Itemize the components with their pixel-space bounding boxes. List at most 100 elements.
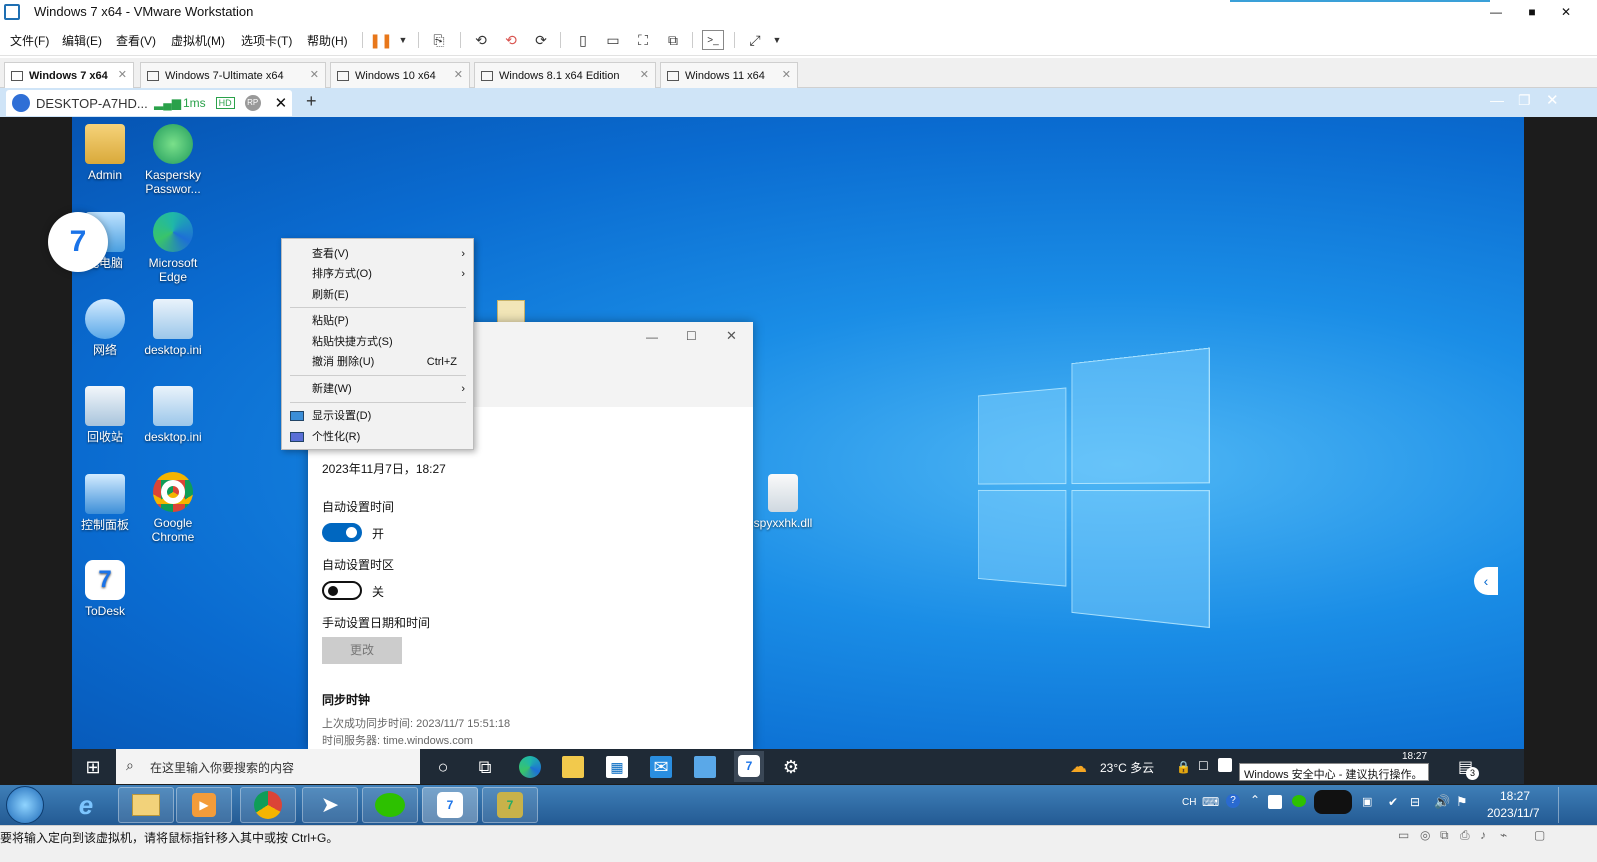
ie-icon[interactable]: e bbox=[62, 787, 110, 823]
pause-icon[interactable]: ❚❚ bbox=[369, 30, 392, 50]
close-tab-icon[interactable]: ✕ bbox=[310, 68, 319, 81]
ime-indicator[interactable]: CH bbox=[1182, 797, 1196, 808]
desktop-icon-desktop-ini-1[interactable]: desktop.ini bbox=[140, 299, 206, 357]
rp-badge[interactable]: RP bbox=[244, 95, 261, 111]
sidebar-toggle-icon[interactable]: ▯ bbox=[572, 30, 594, 50]
tray-icon[interactable]: ▣ bbox=[1362, 795, 1372, 808]
cd-icon[interactable]: ◎ bbox=[1420, 828, 1430, 842]
ctx-sort[interactable]: 排序方式(O) › bbox=[282, 264, 473, 284]
ctx-refresh[interactable]: 刷新(E) bbox=[282, 285, 473, 305]
store-icon[interactable]: ▦ bbox=[606, 756, 628, 778]
desktop-icon-edge[interactable]: Microsoft Edge bbox=[140, 212, 206, 284]
todesk-tray-icon[interactable] bbox=[1268, 795, 1282, 809]
desktop-icon-admin[interactable]: Admin bbox=[72, 124, 138, 182]
maximize-button[interactable]: ☐ bbox=[686, 329, 697, 343]
tab-windows-7-ultimate[interactable]: Windows 7-Ultimate x64 ✕ bbox=[140, 62, 326, 88]
maximize-button[interactable]: ■ bbox=[1518, 2, 1546, 22]
desktop-icon-desktop-ini-2[interactable]: desktop.ini bbox=[140, 386, 206, 444]
file-explorer-icon[interactable] bbox=[562, 756, 584, 778]
close-tab-icon[interactable]: ✕ bbox=[640, 68, 649, 81]
change-button[interactable]: 更改 bbox=[322, 637, 402, 664]
cortana-icon[interactable]: ○ bbox=[432, 756, 454, 778]
menu-help[interactable]: 帮助(H) bbox=[307, 32, 348, 49]
weather-text[interactable]: 23°C 多云 bbox=[1100, 759, 1154, 776]
action-center-flag-icon[interactable]: ⚑ bbox=[1456, 794, 1468, 810]
mail-icon[interactable]: ✉ bbox=[650, 756, 672, 778]
send-keys-icon[interactable]: ⎘ bbox=[428, 30, 450, 50]
minimize-button[interactable]: — bbox=[1482, 2, 1510, 22]
media-player-taskbar-button[interactable]: ▶ bbox=[176, 787, 232, 823]
chevron-down-icon[interactable]: ▼ bbox=[766, 30, 788, 50]
menu-file[interactable]: 文件(F) bbox=[10, 32, 49, 49]
hdd-icon[interactable]: ▭ bbox=[1398, 828, 1409, 842]
todesk-session-tab[interactable]: DESKTOP-A7HD... ▂▄▆ 1ms HD RP ✕ bbox=[6, 90, 292, 116]
printer-icon[interactable]: ⎙ bbox=[1460, 828, 1470, 843]
ctx-paste[interactable]: 粘贴(P) bbox=[282, 311, 473, 331]
stretch-icon[interactable]: ⤢ bbox=[744, 30, 766, 50]
auto-time-toggle[interactable] bbox=[322, 523, 362, 542]
explorer-taskbar-button[interactable] bbox=[118, 787, 174, 823]
tray-icon[interactable]: 🔒 bbox=[1176, 760, 1191, 774]
desktop-icon-recycle-bin[interactable]: 回收站 bbox=[72, 386, 138, 444]
tray-icon[interactable]: ✔ bbox=[1388, 795, 1398, 809]
snapshot-manager-icon[interactable]: ⟳ bbox=[530, 30, 552, 50]
network-tray-icon[interactable]: ⊟ bbox=[1410, 795, 1420, 809]
network-adapter-icon[interactable]: ⧉ bbox=[1440, 828, 1449, 843]
close-tab-icon[interactable]: ✕ bbox=[118, 68, 127, 81]
todesk-taskbar-active[interactable]: 7 bbox=[734, 751, 764, 782]
ctx-display-settings[interactable]: 显示设置(D) bbox=[282, 406, 473, 426]
tray-expand-icon[interactable]: ⌃ bbox=[1250, 793, 1260, 807]
chrome-taskbar-button[interactable] bbox=[240, 787, 296, 823]
todesk-taskbar-button[interactable]: 7 bbox=[422, 787, 478, 823]
console-icon[interactable]: >_ bbox=[702, 30, 724, 50]
volume-icon[interactable]: 🔊 bbox=[1434, 794, 1450, 810]
sound-icon[interactable]: ♪ bbox=[1480, 828, 1486, 842]
ctx-view[interactable]: 查看(V) › bbox=[282, 244, 473, 264]
vmware-taskbar-button[interactable]: 7 bbox=[482, 787, 538, 823]
ctx-personalize[interactable]: 个性化(R) bbox=[282, 427, 473, 447]
desktop-icon-kaspersky[interactable]: Kaspersky Passwor... bbox=[140, 124, 206, 196]
tab-windows-8-1[interactable]: Windows 8.1 x64 Edition ✕ bbox=[474, 62, 656, 88]
chevron-down-icon[interactable]: ▼ bbox=[392, 30, 414, 50]
windows-start-icon[interactable]: ⊞ bbox=[82, 756, 104, 778]
win7-start-orb-icon[interactable] bbox=[6, 786, 44, 824]
minimize-icon[interactable]: — bbox=[1490, 92, 1504, 108]
close-button[interactable]: ✕ bbox=[726, 328, 737, 344]
revert-snapshot-icon[interactable]: ⟲ bbox=[500, 30, 522, 50]
wechat-tray-icon[interactable] bbox=[1292, 795, 1306, 807]
menu-tabs[interactable]: 选项卡(T) bbox=[241, 32, 292, 49]
win7-clock-time[interactable]: 18:27 bbox=[1500, 789, 1530, 803]
tab-windows-10-x64[interactable]: Windows 10 x64 ✕ bbox=[330, 62, 470, 88]
side-panel-handle[interactable]: ‹ bbox=[1474, 567, 1498, 595]
ctx-undo-delete[interactable]: 撤消 删除(U) Ctrl+Z bbox=[282, 352, 473, 372]
desktop-icon-todesk[interactable]: 7 ToDesk bbox=[72, 560, 138, 618]
todesk-tray-icon[interactable] bbox=[1218, 758, 1232, 772]
todesk-float-icon[interactable]: 7 bbox=[48, 212, 108, 272]
settings-gear-icon[interactable]: ⚙ bbox=[780, 756, 802, 778]
tab-windows-11-x64[interactable]: Windows 11 x64 ✕ bbox=[660, 62, 798, 88]
desktop-icon-network[interactable]: 网络 bbox=[72, 299, 138, 357]
desktop-icon-control-panel[interactable]: 控制面板 bbox=[72, 474, 138, 532]
weather-icon[interactable]: ☁ bbox=[1070, 757, 1087, 777]
tab-windows-7-x64[interactable]: Windows 7 x64 ✕ bbox=[4, 62, 134, 88]
usb-icon[interactable]: ⌁ bbox=[1500, 828, 1507, 842]
tray-icon[interactable]: ☐ bbox=[1198, 759, 1209, 773]
close-session-icon[interactable]: ✕ bbox=[275, 94, 288, 112]
win7-clock-date[interactable]: 2023/11/7 bbox=[1487, 806, 1540, 820]
menu-vm[interactable]: 虚拟机(M) bbox=[171, 32, 225, 49]
menu-edit[interactable]: 编辑(E) bbox=[62, 32, 102, 49]
feishu-taskbar-button[interactable]: ➤ bbox=[302, 787, 358, 823]
win10-clock-time[interactable]: 18:27 bbox=[1402, 751, 1427, 762]
control-panel-taskbar-icon[interactable] bbox=[694, 756, 716, 778]
auto-zone-toggle[interactable] bbox=[322, 581, 362, 600]
close-icon[interactable]: ✕ bbox=[1546, 91, 1559, 109]
unity-icon[interactable]: ⧉ bbox=[662, 30, 684, 50]
folder-icon[interactable] bbox=[497, 300, 525, 324]
message-icon[interactable]: ▢ bbox=[1534, 828, 1545, 842]
thumbnail-bar-icon[interactable]: ▭ bbox=[602, 30, 624, 50]
snapshot-icon[interactable]: ⟲ bbox=[470, 30, 492, 50]
close-tab-icon[interactable]: ✕ bbox=[454, 68, 463, 81]
task-view-icon[interactable]: ⧉ bbox=[474, 756, 496, 778]
minimize-button[interactable]: — bbox=[646, 330, 658, 344]
show-desktop-button[interactable] bbox=[1558, 787, 1568, 823]
